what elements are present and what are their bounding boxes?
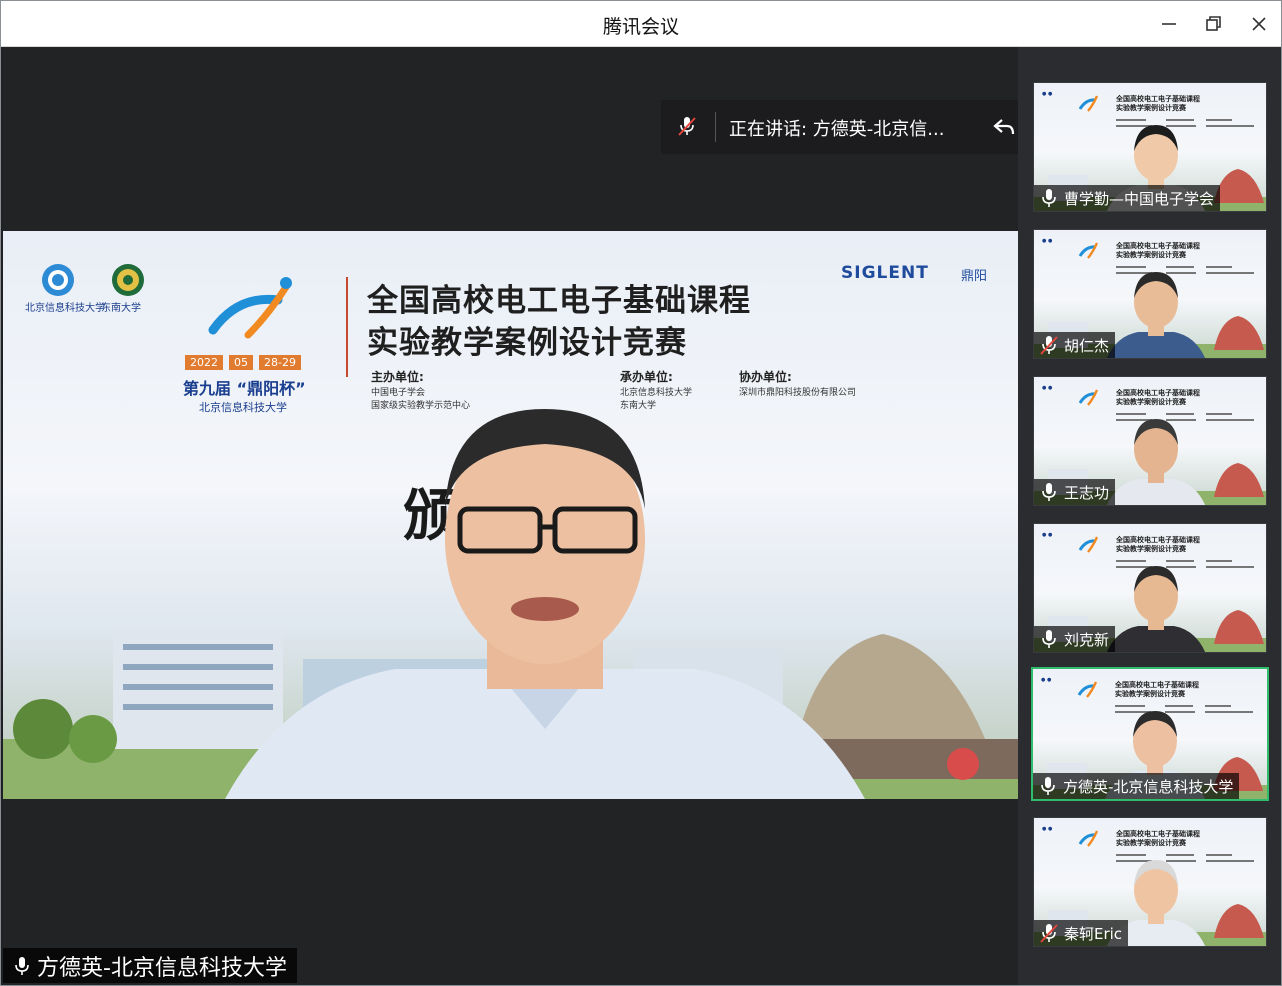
logo-left-text: 北京信息科技大学 [25, 303, 105, 314]
participant-tile[interactable]: ● ● 全国高校电工电子基础课程 实验教学案例设计竞赛 王志功 [1033, 376, 1267, 506]
participant-name: 胡仁杰 [1064, 336, 1110, 355]
participant-name: 刘克新 [1064, 630, 1110, 649]
mic-icon [15, 956, 29, 975]
date-month: 05 [229, 355, 253, 370]
tile-competition-logo-icon [1078, 536, 1099, 553]
participant-video [1106, 272, 1206, 358]
participant-tile[interactable]: ● ● 全国高校电工电子基础课程 实验教学案例设计竞赛 胡仁杰 [1033, 229, 1267, 359]
minimize-button[interactable] [1155, 10, 1183, 38]
muted-mic-icon [678, 117, 696, 136]
mic-icon [1041, 777, 1055, 795]
participant-name: 方德英-北京信息科技大学 [1063, 777, 1234, 796]
participant-tile[interactable]: ● ● 全国高校电工电子基础课程 实验教学案例设计竞赛 方德英-北京信息科技大学 [1031, 667, 1269, 801]
shared-slide: 北京信息科技大学 东南大学 2022 05 28-29 第九届 “鼎阳杯” 北京… [3, 231, 1018, 799]
participant-name-tag: 胡仁杰 [1034, 332, 1116, 358]
tile-slide-logos: ● ● [1042, 238, 1053, 244]
slide-title-line1: 全国高校电工电子基础课程 [367, 283, 751, 319]
participant-tile[interactable]: ● ● 全国高校电工电子基础课程 实验教学案例设计竞赛 刘克新 [1033, 523, 1267, 653]
participant-name: 王志功 [1064, 483, 1110, 502]
participant-tile[interactable]: ● ● 全国高校电工电子基础课程 实验教学案例设计竞赛 曹学勤—中国电子学会 [1033, 82, 1267, 212]
logo-right-text: 东南大学 [101, 303, 141, 314]
date-year: 2022 [185, 355, 223, 370]
mic-icon [1042, 483, 1056, 501]
speaking-divider [715, 112, 716, 142]
participant-name: 秦轲Eric [1064, 924, 1123, 943]
university-logo-icon [42, 264, 74, 296]
date-days: 28-29 [259, 355, 301, 370]
participant-name-tag: 方德英-北京信息科技大学 [1033, 773, 1240, 799]
muted-mic-icon [1040, 924, 1058, 943]
return-icon[interactable] [991, 114, 1017, 140]
tile-slide-logos: ● ● [1042, 385, 1053, 391]
participant-name-tag: 秦轲Eric [1034, 920, 1129, 946]
restore-icon [1206, 16, 1221, 31]
close-icon [1252, 17, 1266, 31]
mic-icon [1042, 189, 1056, 207]
speaking-label: 正在讲话: 方德英-北京信... [729, 119, 945, 140]
app-title: 腾讯会议 [602, 16, 679, 38]
undertaker-heading: 承办单位: [620, 370, 673, 384]
participant-video [1106, 566, 1206, 652]
meeting-window: 腾讯会议 北京信息科技大学 东南大学 2022 05 28-29 第九届 “鼎阳… [0, 0, 1282, 986]
participant-name-tag: 曹学勤—中国电子学会 [1034, 185, 1221, 211]
tile-competition-logo-icon [1078, 830, 1099, 847]
organizer-heading: 主办单位: [371, 370, 424, 384]
slide-title-line2: 实验教学案例设计竞赛 [367, 325, 687, 361]
main-speaker-label: 方德英-北京信息科技大学 [3, 948, 297, 983]
tile-slide-logos: ● ● [1042, 532, 1053, 538]
tile-competition-logo-icon [1077, 681, 1098, 698]
brand-logo: SIGLENT [841, 263, 929, 283]
participant-name-tag: 刘克新 [1034, 626, 1116, 652]
event-dates: 2022 05 28-29 [185, 355, 301, 370]
main-video-stage[interactable]: 北京信息科技大学 东南大学 2022 05 28-29 第九届 “鼎阳杯” 北京… [3, 47, 1027, 985]
university-seal-icon [112, 264, 144, 296]
competition-logo-icon [208, 277, 292, 339]
main-speaker-name: 方德英-北京信息科技大学 [37, 955, 287, 981]
tile-competition-logo-icon [1078, 242, 1099, 259]
speaking-indicator: 正在讲话: 方德英-北京信... [661, 100, 1027, 154]
participant-video [1106, 419, 1206, 505]
participant-name-tag: 王志功 [1034, 479, 1116, 505]
tile-competition-logo-icon [1078, 389, 1099, 406]
title-bar: 腾讯会议 [1, 1, 1281, 47]
tile-competition-logo-icon [1078, 95, 1099, 112]
muted-mic-icon [1040, 336, 1058, 355]
restore-button[interactable] [1200, 10, 1228, 38]
coorganizer-heading: 协办单位: [739, 370, 792, 384]
title-divider [346, 277, 348, 377]
close-button[interactable] [1245, 10, 1273, 38]
tile-slide-logos: ● ● [1042, 91, 1053, 97]
participant-tile[interactable]: ● ● 全国高校电工电子基础课程 实验教学案例设计竞赛 秦轲Eric [1033, 817, 1267, 947]
mic-icon [1042, 630, 1056, 648]
minimize-icon [1162, 23, 1176, 25]
brand-cn: 鼎阳 [961, 269, 988, 284]
tile-slide-logos: ● ● [1042, 826, 1053, 832]
participant-name: 曹学勤—中国电子学会 [1064, 189, 1215, 208]
speaker-video [225, 409, 865, 799]
tile-slide-logos: ● ● [1041, 677, 1052, 683]
participant-sidebar: ● ● 全国高校电工电子基础课程 实验教学案例设计竞赛 曹学勤—中国电子学会 ●… [1018, 47, 1281, 985]
